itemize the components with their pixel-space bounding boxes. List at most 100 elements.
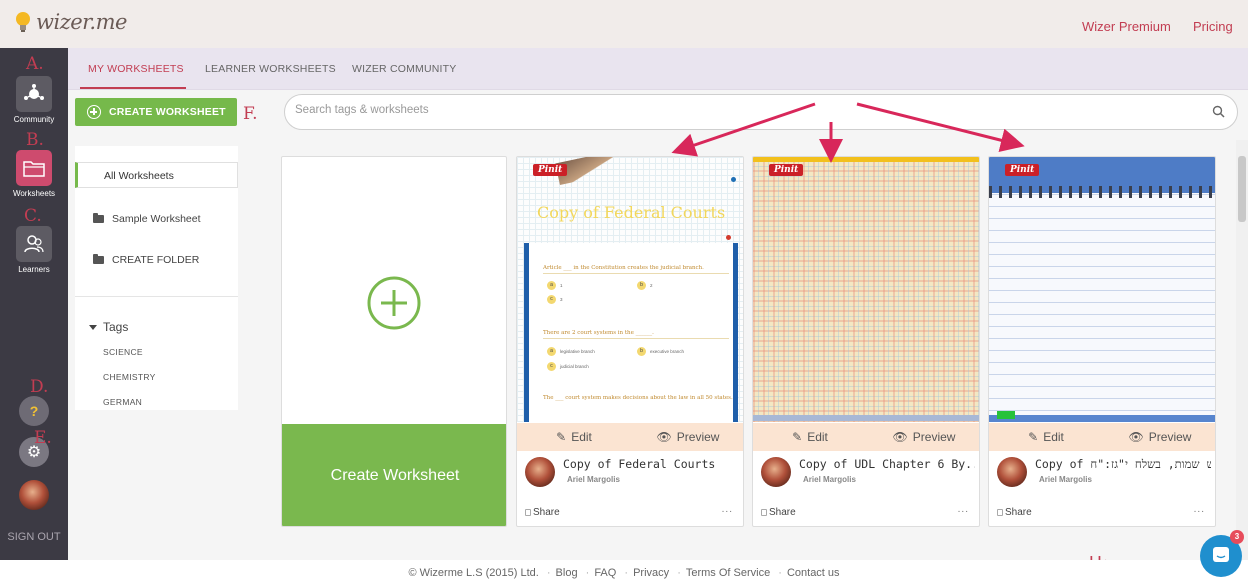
edit-button[interactable]: ✎ Edit	[753, 423, 867, 451]
scroll-thumb[interactable]	[1238, 156, 1246, 222]
annotation-a: A.	[26, 54, 44, 74]
search-icon[interactable]	[1212, 105, 1225, 118]
worksheet-author: Ariel Margolis	[1039, 475, 1092, 484]
footer-link-blog[interactable]: Blog	[556, 567, 578, 579]
tab-wizer-community[interactable]: WIZER COMMUNITY	[352, 63, 457, 75]
thumbnail-sheet: Article ___ in the Constitution creates …	[524, 243, 738, 422]
more-options-button[interactable]: ...	[1194, 504, 1205, 515]
create-folder-button[interactable]: CREATE FOLDER	[93, 254, 199, 266]
pinit-button[interactable]: Pinit	[769, 164, 804, 176]
author-avatar	[525, 457, 555, 487]
tab-my-worksheets[interactable]: MY WORKSHEETS	[88, 63, 184, 75]
folder-all-worksheets[interactable]: All Worksheets	[75, 162, 238, 188]
thumbnail-bottom-strip	[753, 415, 979, 421]
worksheet-thumbnail[interactable]: Copy of Federal Courts Article ___ in th…	[517, 157, 743, 422]
panel-divider	[75, 296, 238, 297]
learners-icon	[16, 226, 52, 262]
create-worksheet-button[interactable]: CREATE WORKSHEET	[75, 98, 237, 126]
create-worksheet-card-label: Create Worksheet	[282, 424, 506, 526]
logo-text: wizer.me	[36, 10, 127, 34]
share-button[interactable]: Share	[525, 507, 560, 518]
create-worksheet-card[interactable]: Create Worksheet	[281, 156, 507, 527]
sidebar-item-worksheets[interactable]: Worksheets	[0, 150, 68, 198]
card-actions: ✎ Edit 👁 Preview	[989, 423, 1215, 451]
eye-icon: 👁	[1128, 430, 1144, 444]
share-button[interactable]: Share	[997, 507, 1032, 518]
footer-link-faq[interactable]: FAQ	[594, 567, 616, 579]
worksheet-card[interactable]: Pinit ✎Edit 👁Preview Copy of חומש שמות, …	[988, 156, 1216, 527]
pricing-link[interactable]: Pricing	[1193, 19, 1233, 34]
worksheet-title[interactable]: Copy of Federal Courts	[563, 457, 739, 471]
create-folder-label: CREATE FOLDER	[112, 254, 200, 266]
pencil-icon: ✎	[792, 430, 803, 444]
decor-dot	[726, 235, 731, 240]
pinit-button[interactable]: Pinit	[533, 164, 568, 176]
annotation-d: D.	[30, 377, 49, 397]
lock-icon	[525, 509, 531, 516]
worksheet-title[interactable]: Copy of UDL Chapter 6 By...	[799, 457, 975, 471]
worksheet-card[interactable]: Copy of Federal Courts Article ___ in th…	[516, 156, 744, 527]
sidebar-item-label: Learners	[18, 265, 50, 274]
preview-button[interactable]: 👁 Preview	[867, 423, 979, 451]
pinit-button[interactable]: Pinit	[1005, 164, 1040, 176]
sidebar-item-learners[interactable]: Learners	[0, 226, 68, 274]
thumbnail-option: b executive branch	[637, 347, 684, 356]
edit-button[interactable]: ✎ Edit	[989, 423, 1103, 451]
preview-button[interactable]: 👁 Preview	[1103, 423, 1215, 451]
help-button[interactable]: ?	[19, 396, 49, 426]
more-options-button[interactable]: ...	[958, 504, 969, 515]
share-row: Share ...	[989, 504, 1215, 521]
wizer-premium-link[interactable]: Wizer Premium	[1082, 19, 1171, 34]
folder-label: Sample Worksheet	[112, 213, 201, 225]
more-options-button[interactable]: ...	[722, 504, 733, 515]
sidebar-item-label: Community	[13, 115, 55, 124]
search-input[interactable]	[295, 104, 1175, 116]
thumbnail-option: a legislative branch	[547, 347, 595, 356]
annotation-f: F.	[243, 104, 258, 124]
footer-link-privacy[interactable]: Privacy	[633, 567, 669, 579]
left-sidebar: Community Worksheets Learners ? ⚙ SIGN O…	[0, 48, 68, 579]
thumbnail-question: There are 2 court systems in the ______.	[543, 330, 654, 336]
thumbnail-bottom-strip	[989, 415, 1215, 422]
thumbnail-top-strip	[753, 157, 979, 162]
thumbnail-green-tab	[997, 411, 1015, 419]
tag-science[interactable]: SCIENCE	[103, 347, 143, 357]
lock-icon	[761, 509, 767, 516]
worksheet-card[interactable]: Pinit ✎ Edit 👁 Preview Copy of UDL Chapter…	[752, 156, 980, 527]
folder-item-sample[interactable]: Sample Worksheet	[93, 213, 201, 225]
annotation-e: E.	[34, 428, 52, 448]
worksheet-thumbnail[interactable]: Pinit	[989, 157, 1215, 422]
decor-dot	[731, 177, 736, 182]
content-scrollbar[interactable]	[1236, 140, 1248, 560]
folder-icon	[16, 150, 52, 186]
logo[interactable]: wizer.me	[14, 10, 127, 34]
author-avatar	[761, 457, 791, 487]
user-avatar[interactable]	[19, 480, 49, 510]
preview-button[interactable]: 👁 Preview	[631, 423, 743, 451]
worksheet-title[interactable]: Copy of חומש שמות, בשלח י"גז:"ח	[1035, 457, 1211, 471]
eye-icon: 👁	[892, 430, 908, 444]
thumbnail-option: b2	[637, 281, 653, 290]
divider	[543, 273, 729, 274]
tab-learner-worksheets[interactable]: LEARNER WORKSHEETS	[205, 63, 336, 75]
sidebar-item-community[interactable]: Community	[0, 76, 68, 124]
sign-out-link[interactable]: SIGN OUT	[0, 531, 68, 543]
card-actions: ✎ Edit 👁 Preview	[753, 423, 979, 451]
worksheet-thumbnail[interactable]: Pinit	[753, 157, 979, 422]
share-row: Share ...	[753, 504, 979, 521]
tags-toggle[interactable]: Tags	[89, 320, 128, 334]
folder-panel: All Worksheets Sample Worksheet CREATE F…	[75, 146, 238, 410]
plus-circle-icon	[87, 105, 101, 119]
tag-chemistry[interactable]: CHEMISTRY	[103, 372, 156, 382]
edit-button[interactable]: ✎ Edit	[517, 423, 631, 451]
footer-link-contact[interactable]: Contact us	[787, 567, 840, 579]
author-avatar	[997, 457, 1027, 487]
thumbnail-option: c3	[547, 295, 563, 304]
footer-link-terms[interactable]: Terms Of Service	[686, 567, 770, 579]
pencil-icon: ✎	[556, 430, 567, 444]
page: wizer.me Wizer Premium Pricing Community	[0, 0, 1248, 579]
annotation-b: B.	[26, 130, 44, 150]
tag-german[interactable]: GERMAN	[103, 397, 142, 407]
share-button[interactable]: Share	[761, 507, 796, 518]
thumbnail-option: c judicial branch	[547, 362, 589, 371]
